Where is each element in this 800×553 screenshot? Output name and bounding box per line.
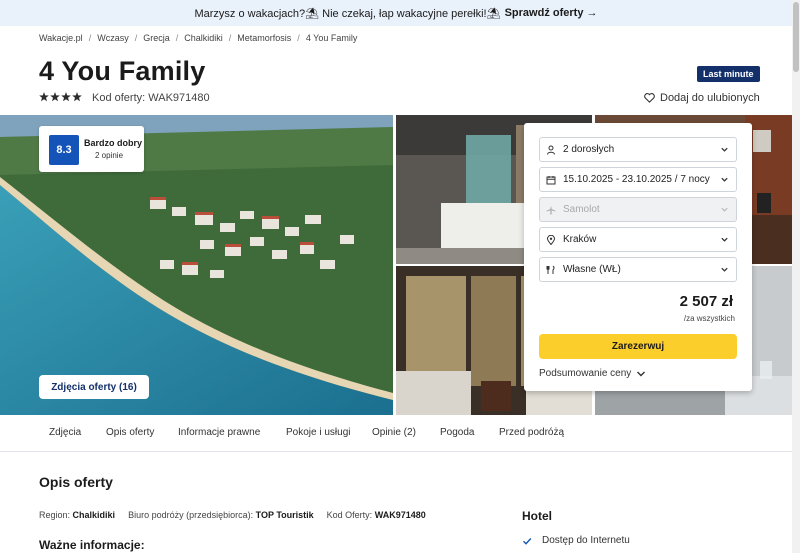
breadcrumb-item[interactable]: Grecja xyxy=(143,33,170,43)
offer-meta: Region: Chalkidiki Biuro podróży (przeds… xyxy=(39,510,426,520)
price-summary-label: Podsumowanie ceny xyxy=(539,368,632,379)
rating-count: 2 opinie xyxy=(95,151,124,160)
tab-description[interactable]: Opis oferty xyxy=(106,427,154,438)
star-rating xyxy=(39,91,83,105)
organizer-label: Biuro podróży (przedsiębiorca): xyxy=(128,510,254,520)
dates-value: 15.10.2025 - 23.10.2025 / 7 nocy xyxy=(563,174,710,185)
rating-card[interactable]: 8.3 Bardzo dobry 2 opinie xyxy=(39,126,144,172)
breadcrumb-separator: / xyxy=(134,33,138,43)
chevron-down-icon xyxy=(721,237,728,242)
price-note: /za wszystkich xyxy=(683,314,735,323)
calendar-icon xyxy=(546,175,556,184)
breadcrumb-current: 4 You Family xyxy=(305,33,358,43)
departure-value: Kraków xyxy=(563,234,597,245)
promo-link[interactable]: Sprawdź oferty → xyxy=(505,7,598,19)
last-minute-badge: Last minute xyxy=(697,66,760,82)
offer-code-info: Kod Oferty: WAK971480 xyxy=(327,510,426,520)
page-scrollbar[interactable] xyxy=(792,0,800,553)
breadcrumb-item[interactable]: Chalkidiki xyxy=(184,33,223,43)
section-title: Opis oferty xyxy=(39,474,113,490)
board-select[interactable]: Własne (WŁ) xyxy=(539,257,737,282)
breadcrumb-separator: / xyxy=(88,33,92,43)
total-price: 2 507 zł xyxy=(679,293,733,310)
breadcrumb-item[interactable]: Wakacje.pl xyxy=(39,33,83,43)
favorites-label: Dodaj do ulubionych xyxy=(660,92,760,104)
promo-text: Marzysz o wakacjach?⛱ Nie czekaj, łap wa… xyxy=(194,7,501,20)
price-summary-toggle[interactable]: Podsumowanie ceny xyxy=(539,368,646,379)
organizer-value: TOP Touristik xyxy=(255,510,314,520)
plane-icon xyxy=(546,205,556,214)
tab-rooms-services[interactable]: Pokoje i usługi xyxy=(286,427,350,438)
breadcrumb-separator: / xyxy=(228,33,232,43)
book-button[interactable]: Zarezerwuj xyxy=(539,334,737,359)
chevron-down-icon xyxy=(721,207,728,212)
tab-before-travel[interactable]: Przed podróżą xyxy=(499,427,564,438)
breadcrumb-separator: / xyxy=(297,33,300,43)
add-to-favorites-button[interactable]: Dodaj do ulubionych xyxy=(644,92,760,104)
breadcrumb-separator: / xyxy=(175,33,179,43)
offer-code: Kod oferty: WAK971480 xyxy=(92,92,210,104)
section-tabs: Zdjęcia Opis oferty Informacje prawne Po… xyxy=(0,415,792,452)
region-value: Chalkidiki xyxy=(72,510,116,520)
scrollbar-thumb[interactable] xyxy=(793,2,799,72)
dates-select[interactable]: 15.10.2025 - 23.10.2025 / 7 nocy xyxy=(539,167,737,192)
breadcrumb-item[interactable]: Metamorfosis xyxy=(237,33,291,43)
offer-code-label: Kod Oferty: xyxy=(326,510,373,520)
feature-label: Dostęp do Internetu xyxy=(542,535,630,546)
transport-select: Samolot xyxy=(539,197,737,222)
checkmark-icon xyxy=(523,537,532,545)
heart-icon xyxy=(644,93,655,103)
important-info-heading: Ważne informacje: xyxy=(39,538,145,552)
organizer-info: Biuro podróży (przedsiębiorca): TOP Tour… xyxy=(128,510,314,520)
hotel-features-title: Hotel xyxy=(522,509,552,523)
breadcrumb-item[interactable]: Wczasy xyxy=(97,33,129,43)
offer-code-value: WAK971480 xyxy=(374,510,426,520)
tab-weather[interactable]: Pogoda xyxy=(440,427,474,438)
chevron-down-icon xyxy=(637,371,646,376)
tab-legal-info[interactable]: Informacje prawne xyxy=(178,427,260,438)
rating-label: Bardzo dobry xyxy=(84,138,143,148)
region-label: Region: xyxy=(39,510,71,520)
page-title: 4 You Family xyxy=(39,56,206,86)
hotel-feature-item: Dostęp do Internetu xyxy=(522,535,630,546)
board-value: Własne (WŁ) xyxy=(563,264,621,275)
fork-knife-icon xyxy=(546,265,555,274)
chevron-down-icon xyxy=(721,147,728,152)
person-icon xyxy=(547,145,555,155)
promo-banner[interactable]: Marzysz o wakacjach?⛱ Nie czekaj, łap wa… xyxy=(0,0,792,26)
travelers-value: 2 dorosłych xyxy=(563,144,615,155)
travelers-select[interactable]: 2 dorosłych xyxy=(539,137,737,162)
tab-photos[interactable]: Zdjęcia xyxy=(49,427,81,438)
transport-value: Samolot xyxy=(563,204,600,215)
booking-panel: 2 dorosłych 15.10.2025 - 23.10.2025 / 7 … xyxy=(524,123,752,391)
breadcrumb: Wakacje.pl / Wczasy / Grecja / Chalkidiki / … xyxy=(39,33,357,43)
region-info: Region: Chalkidiki xyxy=(39,510,115,520)
tab-reviews[interactable]: Opinie (2) xyxy=(372,427,416,438)
photos-button[interactable]: Zdjęcia oferty (16) xyxy=(39,375,149,399)
rating-score: 8.3 xyxy=(49,135,79,165)
chevron-down-icon xyxy=(721,177,728,182)
departure-select[interactable]: Kraków xyxy=(539,227,737,252)
location-pin-icon xyxy=(546,234,556,245)
stars-icon xyxy=(39,92,82,102)
chevron-down-icon xyxy=(721,267,728,272)
